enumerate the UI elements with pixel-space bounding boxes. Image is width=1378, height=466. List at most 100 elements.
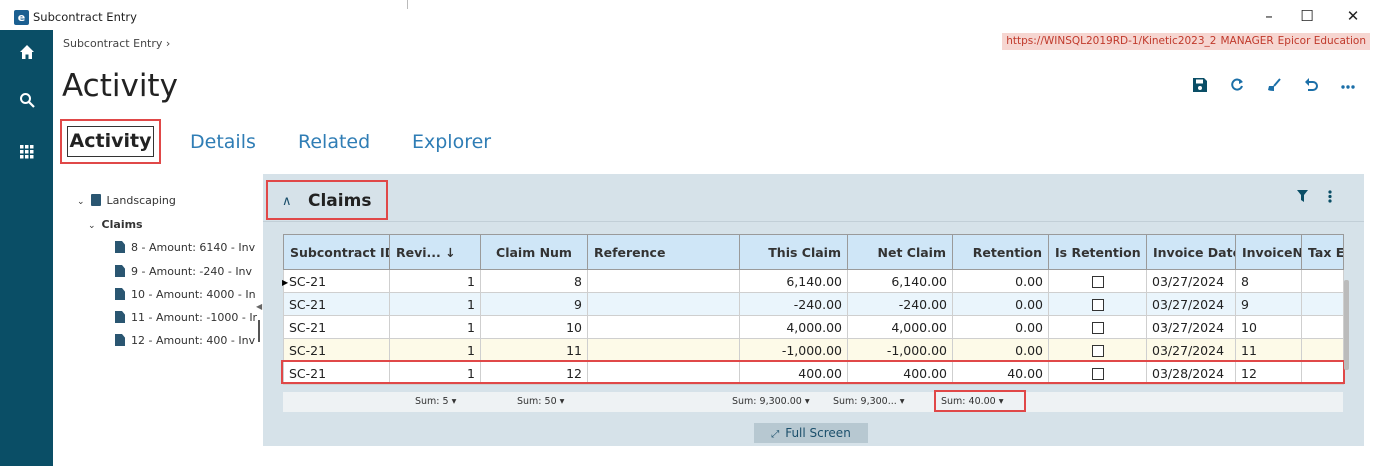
is-retention-checkbox[interactable] (1091, 322, 1104, 334)
table-row[interactable]: SC-21 1 9 -240.00 -240.00 0.00 03/27/2024 9 (283, 292, 1344, 316)
table-cell[interactable] (1301, 269, 1344, 293)
table-cell[interactable]: 8 (1235, 269, 1302, 293)
column-header[interactable]: Tax E (1301, 234, 1344, 270)
table-cell[interactable] (587, 292, 740, 316)
table-cell[interactable]: -1,000.00 (847, 338, 953, 362)
table-cell[interactable]: 03/27/2024 (1146, 315, 1236, 339)
table-cell[interactable]: 400.00 (739, 361, 848, 385)
tab-details[interactable]: Details (190, 131, 256, 153)
table-cell[interactable]: SC-21 (283, 361, 390, 385)
more-options-icon[interactable] (1340, 78, 1356, 96)
table-cell[interactable]: 11 (1235, 338, 1302, 362)
breadcrumb[interactable]: Subcontract Entry › (63, 37, 170, 50)
save-icon[interactable] (1192, 78, 1208, 96)
table-cell[interactable] (1301, 292, 1344, 316)
tree-item-claim[interactable]: 11 - Amount: -1000 - Ir (115, 311, 257, 324)
table-cell[interactable] (1048, 338, 1147, 362)
table-cell[interactable]: 12 (480, 361, 588, 385)
table-cell[interactable]: 10 (480, 315, 588, 339)
column-header[interactable]: Revi... ↓ (389, 234, 481, 270)
table-cell[interactable]: 1 (389, 338, 481, 362)
table-cell[interactable]: 03/27/2024 (1146, 269, 1236, 293)
table-cell[interactable]: 0.00 (952, 315, 1049, 339)
table-cell[interactable]: 10 (1235, 315, 1302, 339)
sum-claim-num[interactable]: Sum: 50 ▾ (517, 396, 564, 407)
table-cell[interactable] (1048, 269, 1147, 293)
table-cell[interactable] (587, 338, 740, 362)
column-header[interactable]: Claim Num (480, 234, 588, 270)
table-cell[interactable]: SC-21 (283, 292, 390, 316)
tree-item-claim[interactable]: 9 - Amount: -240 - Inv (115, 265, 252, 278)
is-retention-checkbox[interactable] (1091, 345, 1104, 357)
apps-grid-icon[interactable] (0, 144, 53, 163)
table-row[interactable]: SC-21 1 8 6,140.00 6,140.00 0.00 03/27/2024 8 (283, 269, 1344, 293)
close-button[interactable]: ✕ (1338, 6, 1368, 26)
table-cell[interactable] (1048, 361, 1147, 385)
tree-item-claim[interactable]: 12 - Amount: 400 - Inv (115, 334, 255, 347)
table-cell[interactable] (587, 361, 740, 385)
refresh-icon[interactable] (1229, 78, 1245, 96)
table-cell[interactable] (1048, 292, 1147, 316)
table-cell[interactable]: -1,000.00 (739, 338, 848, 362)
sum-net-claim[interactable]: Sum: 9,300... ▾ (833, 396, 905, 407)
claims-header[interactable]: ∧ Claims (266, 180, 388, 220)
table-cell[interactable]: 6,140.00 (847, 269, 953, 293)
sum-revision[interactable]: Sum: 5 ▾ (415, 396, 456, 407)
home-icon[interactable] (0, 44, 53, 64)
column-header[interactable]: Subcontract ID (283, 234, 390, 270)
table-cell[interactable] (587, 269, 740, 293)
tree-item-claim[interactable]: 8 - Amount: 6140 - Inv (115, 241, 255, 254)
sum-this-claim[interactable]: Sum: 9,300.00 ▾ (732, 396, 810, 407)
table-row[interactable]: SC-21 1 12 400.00 400.00 40.00 03/28/2024 12 (283, 361, 1344, 385)
table-cell[interactable] (1301, 315, 1344, 339)
is-retention-checkbox[interactable] (1091, 368, 1104, 380)
table-cell[interactable]: 1 (389, 315, 481, 339)
table-cell[interactable]: 6,140.00 (739, 269, 848, 293)
tree-root[interactable]: ⌄ Landscaping (77, 194, 176, 207)
is-retention-checkbox[interactable] (1091, 299, 1104, 311)
table-cell[interactable]: 8 (480, 269, 588, 293)
tree-group-claims[interactable]: ⌄ Claims (88, 218, 143, 231)
table-cell[interactable]: 0.00 (952, 269, 1049, 293)
tree-item-claim[interactable]: 10 - Amount: 4000 - In (115, 288, 256, 301)
search-icon[interactable] (0, 92, 53, 112)
more-vertical-icon[interactable] (1328, 190, 1332, 207)
table-cell[interactable]: -240.00 (847, 292, 953, 316)
is-retention-checkbox[interactable] (1091, 276, 1104, 288)
table-row[interactable]: SC-21 1 11 -1,000.00 -1,000.00 0.00 03/27/2024… (283, 338, 1344, 362)
table-cell[interactable]: 4,000.00 (739, 315, 848, 339)
table-cell[interactable]: 4,000.00 (847, 315, 953, 339)
table-cell[interactable]: SC-21 (283, 269, 390, 293)
table-cell[interactable]: -240.00 (739, 292, 848, 316)
table-cell[interactable]: 1 (389, 269, 481, 293)
maximize-button[interactable]: ☐ (1292, 6, 1322, 26)
column-header[interactable]: InvoiceN... (1235, 234, 1302, 270)
table-row[interactable]: SC-21 1 10 4,000.00 4,000.00 0.00 03/27/2024 10 (283, 315, 1344, 339)
column-header[interactable]: Is Retention (1048, 234, 1147, 270)
table-cell[interactable]: 03/27/2024 (1146, 292, 1236, 316)
undo-icon[interactable] (1303, 78, 1319, 96)
column-header[interactable]: This Claim (739, 234, 848, 270)
vertical-scrollbar[interactable] (1344, 280, 1349, 370)
table-cell[interactable]: 1 (389, 361, 481, 385)
table-cell[interactable]: 0.00 (952, 338, 1049, 362)
table-cell[interactable]: 400.00 (847, 361, 953, 385)
filter-icon[interactable] (1297, 190, 1308, 206)
table-cell[interactable]: 9 (1235, 292, 1302, 316)
table-cell[interactable]: 40.00 (952, 361, 1049, 385)
table-cell[interactable]: SC-21 (283, 315, 390, 339)
table-cell[interactable]: 03/28/2024 (1146, 361, 1236, 385)
table-cell[interactable]: SC-21 (283, 338, 390, 362)
minimize-button[interactable]: – (1254, 6, 1284, 26)
column-header[interactable]: Net Claim (847, 234, 953, 270)
table-cell[interactable]: 03/27/2024 (1146, 338, 1236, 362)
tab-activity[interactable]: Activity (60, 119, 161, 164)
tab-related[interactable]: Related (298, 131, 370, 153)
table-cell[interactable]: 1 (389, 292, 481, 316)
table-cell[interactable]: 12 (1235, 361, 1302, 385)
table-cell[interactable] (587, 315, 740, 339)
tab-explorer[interactable]: Explorer (412, 131, 491, 153)
table-cell[interactable] (1048, 315, 1147, 339)
collapse-arrow-icon[interactable]: ◀ (256, 302, 262, 311)
table-cell[interactable]: 9 (480, 292, 588, 316)
